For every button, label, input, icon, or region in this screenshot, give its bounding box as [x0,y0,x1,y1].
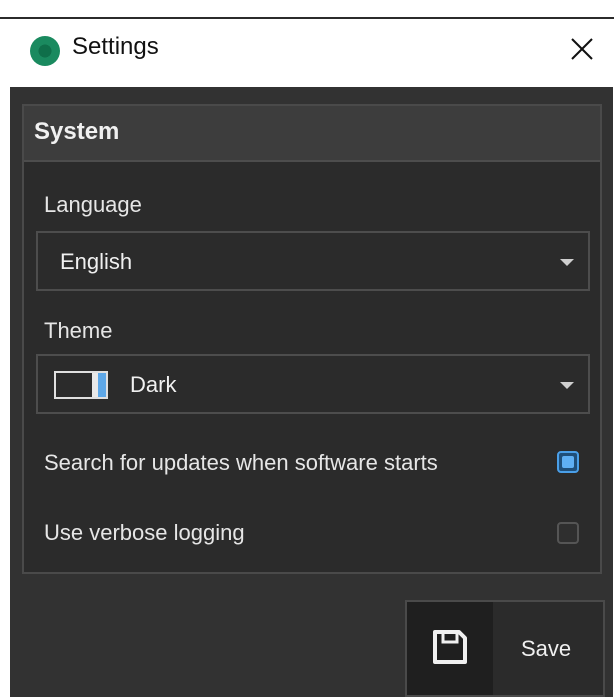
save-icon-container [407,602,493,695]
close-button[interactable] [562,29,602,69]
close-icon [571,38,593,60]
save-label: Save [521,636,572,661]
system-panel: System Language English Theme Dark Searc… [22,104,602,574]
language-select[interactable]: English [36,231,590,291]
verbose-logging-checkbox[interactable] [557,522,579,544]
title-bar: Settings [0,19,614,87]
save-button[interactable]: Save [405,600,605,697]
panel-title: System [34,118,120,145]
verbose-option-label: Use verbose logging [44,520,245,545]
chevron-down-icon [560,382,574,389]
theme-value: Dark [130,372,177,397]
theme-select[interactable]: Dark [36,354,590,414]
app-logo-icon [30,36,60,66]
chevron-down-icon [560,259,574,266]
theme-label: Theme [44,318,113,343]
window-title: Settings [72,33,159,60]
language-label: Language [44,192,142,217]
floppy-disk-icon [433,630,467,664]
updates-checkbox[interactable] [557,451,579,473]
settings-window: System Language English Theme Dark Searc… [10,87,613,697]
theme-preview-icon [54,371,108,399]
panel-header: System [24,106,600,162]
updates-option-label: Search for updates when software starts [44,450,438,475]
language-value: English [60,249,133,274]
